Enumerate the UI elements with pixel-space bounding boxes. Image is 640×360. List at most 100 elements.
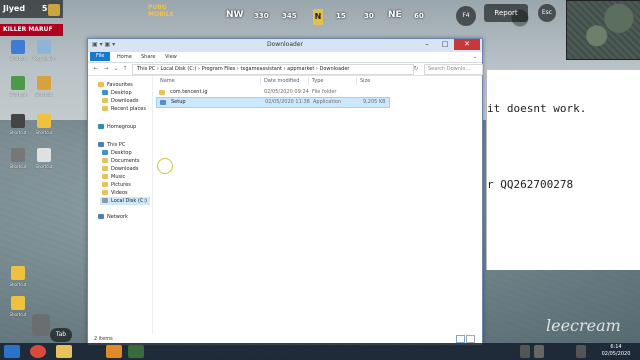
- shortcut-icon: [11, 76, 25, 90]
- refresh-icon[interactable]: ↻: [412, 65, 420, 73]
- desktop-icon-item[interactable]: Shortcut: [30, 148, 58, 169]
- table-row[interactable]: Setup 02/05/2020 11:38 Application 9,205…: [156, 97, 390, 108]
- tab-view[interactable]: View: [160, 53, 182, 61]
- desktop-icon-label: Shortcut: [35, 164, 53, 169]
- nav-pc-music[interactable]: Music: [102, 174, 125, 180]
- player-level: 5: [41, 4, 48, 13]
- nav-fav-downloads[interactable]: Downloads: [102, 98, 138, 104]
- game-icon[interactable]: [128, 345, 144, 358]
- shortcut-icon: [11, 114, 25, 128]
- quick-access-toolbar[interactable]: ▣ ▾ ▣ ▾: [92, 41, 115, 48]
- minimap[interactable]: [566, 0, 640, 60]
- desktop-icon-item[interactable]: Shortcut: [30, 76, 58, 97]
- folder-icon: [102, 98, 108, 103]
- desktop-icon-item[interactable]: Recycle Bin: [30, 40, 58, 61]
- start-icon[interactable]: [4, 345, 20, 358]
- nav-pc-downloads[interactable]: Downloads: [102, 166, 138, 172]
- folder-icon: [102, 158, 108, 163]
- details-view-icon[interactable]: [456, 335, 465, 343]
- desktop-icon-item[interactable]: Shortcut: [4, 148, 32, 169]
- tab-home[interactable]: Home: [112, 53, 137, 61]
- clock-date: 02/05/2020: [601, 351, 631, 357]
- minimize-button[interactable]: –: [418, 39, 436, 50]
- hand-icon[interactable]: [32, 314, 50, 336]
- table-row[interactable]: com.tencent.ig 02/05/2020 09:24 File fol…: [156, 88, 388, 97]
- tab-button[interactable]: Tab: [50, 328, 72, 342]
- file-date: 02/05/2020 09:24: [264, 89, 309, 95]
- desktop-icon-item[interactable]: Shortcut: [4, 266, 32, 287]
- desktop-icon-item[interactable]: Shortcut: [30, 114, 58, 135]
- tab-file[interactable]: File: [90, 52, 111, 61]
- item-count: 2 items: [94, 336, 113, 342]
- tab-share[interactable]: Share: [136, 53, 160, 61]
- nav-this-pc[interactable]: This PC: [98, 142, 125, 148]
- chevron-down-icon[interactable]: ⌄: [468, 53, 482, 61]
- desktop-icon-label: Recycle Bin: [32, 56, 56, 61]
- nav-network[interactable]: Network: [98, 214, 128, 220]
- title-bar[interactable]: ▣ ▾ ▣ ▾ Downloader – □ ✕: [88, 39, 482, 52]
- report-button[interactable]: Report: [484, 4, 528, 22]
- compass-label: NE: [388, 10, 402, 20]
- tray-icon[interactable]: [534, 345, 544, 358]
- compass-label: 60: [414, 12, 424, 20]
- nav-pc-pictures[interactable]: Pictures: [102, 182, 131, 188]
- drive-icon: [102, 198, 108, 203]
- nav-favourites[interactable]: Favourites: [98, 82, 133, 88]
- compass-label: 15: [336, 12, 346, 20]
- shortcut-icon: [11, 266, 25, 280]
- address-bar-row: ← → ⌄ ↑ This PC › Local Disk (C:) › Prog…: [88, 63, 483, 76]
- desktop-icon-label: Shortcut: [35, 92, 53, 97]
- file-explorer-icon[interactable]: [56, 345, 72, 358]
- shortcut-icon: [37, 76, 51, 90]
- compass-label: NW: [226, 10, 244, 20]
- desktop-icon-item[interactable]: Shortcut: [4, 114, 32, 135]
- column-header-size[interactable]: Size: [360, 78, 370, 84]
- pictures-folder-icon: [102, 182, 108, 187]
- desktop-icon-label: Shortcut: [9, 130, 27, 135]
- music-folder-icon: [102, 174, 108, 179]
- chrome-icon[interactable]: [30, 345, 46, 358]
- desktop-icon: [102, 150, 108, 155]
- desktop-icon-label: Shortcut: [9, 56, 27, 61]
- nav-fav-recent[interactable]: Recent places: [102, 106, 146, 112]
- address-bar[interactable]: This PC › Local Disk (C:) › Program File…: [132, 64, 414, 75]
- volume-icon[interactable]: [576, 345, 586, 358]
- navigation-pane: Favourites Desktop Downloads Recent plac…: [88, 76, 153, 334]
- taskbar-clock[interactable]: 6:14 02/05/2020: [596, 344, 636, 358]
- column-header-name[interactable]: Name: [160, 78, 175, 84]
- folder-icon: [102, 166, 108, 171]
- f4-button[interactable]: F4: [456, 6, 476, 26]
- forward-arrow-icon[interactable]: →: [102, 65, 110, 73]
- desktop-icon-item[interactable]: Shortcut: [4, 40, 32, 61]
- compass-label: 30: [364, 12, 374, 20]
- chevron-down-icon[interactable]: ⌄: [112, 65, 120, 73]
- back-arrow-icon[interactable]: ←: [92, 65, 100, 73]
- killer-tag: KILLER MARUF: [0, 24, 63, 36]
- desktop-icon-label: Shortcut: [9, 92, 27, 97]
- nav-pc-documents[interactable]: Documents: [102, 158, 140, 164]
- column-header-date[interactable]: Date modified: [264, 78, 299, 84]
- app-icon[interactable]: [106, 345, 122, 358]
- tray-icon[interactable]: [520, 345, 530, 358]
- up-arrow-icon[interactable]: ↑: [121, 65, 129, 73]
- large-icons-view-icon[interactable]: [466, 335, 475, 343]
- desktop-icon-item[interactable]: Shortcut: [4, 296, 32, 317]
- shield-icon: [48, 4, 60, 16]
- nav-fav-desktop[interactable]: Desktop: [102, 90, 132, 96]
- application-icon: [160, 100, 166, 105]
- column-header-type[interactable]: Type: [312, 78, 323, 84]
- nav-homegroup[interactable]: Homegroup: [98, 124, 136, 130]
- maximize-button[interactable]: □: [436, 39, 454, 50]
- nav-pc-desktop[interactable]: Desktop: [102, 150, 132, 156]
- shortcut-icon: [37, 148, 51, 162]
- folder-icon: [102, 106, 108, 111]
- esc-button[interactable]: Esc: [538, 4, 556, 22]
- nav-pc-videos[interactable]: Videos: [102, 190, 128, 196]
- nav-pc-local-disk[interactable]: Local Disk (C:): [100, 197, 150, 205]
- search-input[interactable]: Search Downlo...: [424, 64, 483, 75]
- star-icon: [98, 82, 104, 87]
- desktop-icon-item[interactable]: Shortcut: [4, 76, 32, 97]
- explorer-window: ▣ ▾ ▣ ▾ Downloader – □ ✕ File Home Share…: [87, 38, 483, 346]
- videos-folder-icon: [102, 190, 108, 195]
- close-button[interactable]: ✕: [454, 39, 480, 50]
